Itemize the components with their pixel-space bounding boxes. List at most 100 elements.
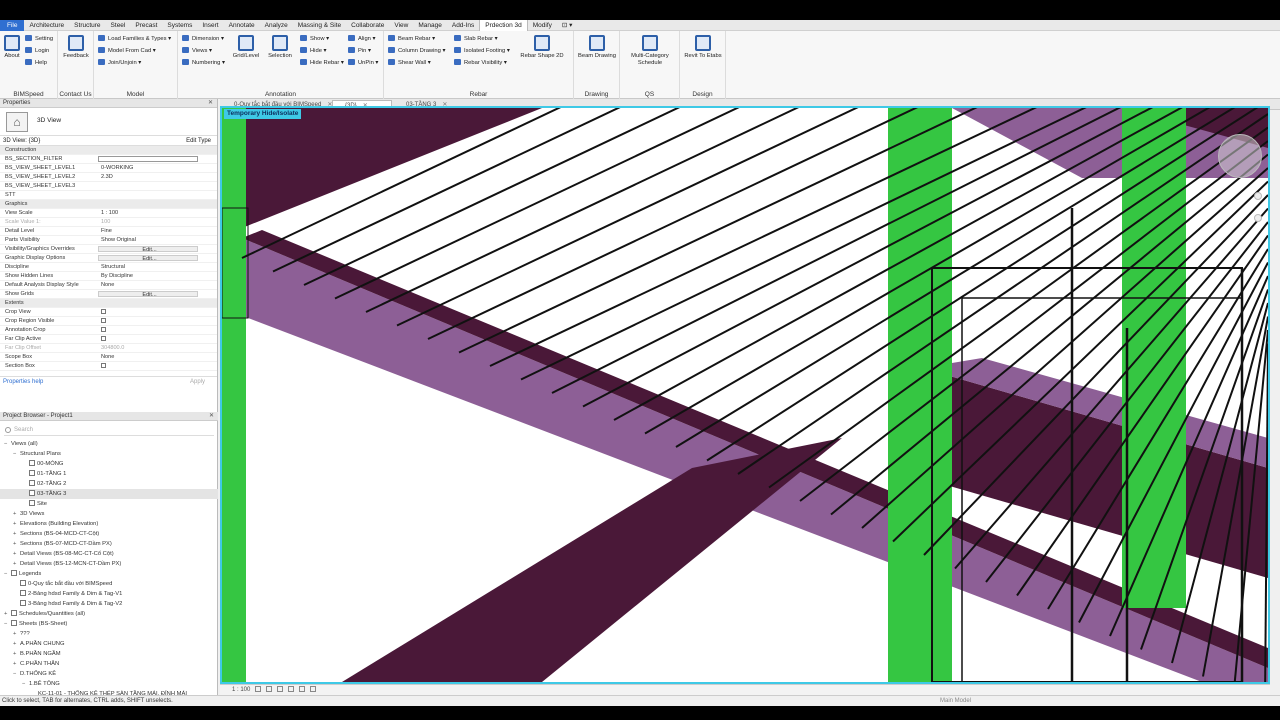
load-families-button[interactable]: Load Families & Types ▾ [98,35,171,43]
expand-toggle-icon[interactable]: + [13,519,20,529]
browser-tree-node[interactable]: + Sections (BS-04-MCD-CT-Cột) [0,529,218,539]
browser-tree-node[interactable]: +3D Views [0,509,218,519]
sun-path-icon[interactable] [277,686,284,693]
property-value[interactable]: Show Original [98,236,198,244]
ribbon-tab[interactable]: Massing & Site [293,20,346,31]
beam-rebar-button[interactable]: Beam Rebar ▾ [388,35,435,43]
login-button[interactable]: Login [25,47,49,55]
browser-tree-node[interactable]: +??? [0,629,218,639]
property-value[interactable]: Fine [98,227,198,235]
multi-category-schedule-button[interactable]: Multi-Category Schedule [626,35,674,67]
expand-toggle-icon[interactable]: − [13,669,20,679]
setting-button[interactable]: Setting [25,35,53,43]
expand-toggle-icon[interactable]: − [13,449,20,459]
crop-icon[interactable] [299,686,306,693]
expand-toggle-icon[interactable]: + [13,529,20,539]
property-value[interactable] [98,182,198,190]
property-value[interactable]: 0-WORKING [98,164,198,172]
expand-toggle-icon[interactable]: + [13,509,20,519]
browser-tree-node[interactable]: + Schedules/Quantities (all) [0,609,218,619]
ribbon-tab[interactable]: Add-Ins [447,20,479,31]
edit-button[interactable]: Edit... [98,246,198,252]
property-checkbox[interactable] [98,335,198,343]
browser-tree-node[interactable]: + Detail Views (BS-12-MCN-CT-Dầm PX) [0,559,218,569]
checkbox[interactable] [101,363,106,369]
browser-tree-node[interactable]: 0-Quy tắc bắt đầu với BIMSpeed [0,579,218,589]
ribbon-tab[interactable]: Steel [106,20,131,31]
isolated-footing-button[interactable]: Isolated Footing ▾ [454,47,510,55]
expand-toggle-icon[interactable]: + [13,549,20,559]
ribbon-tab[interactable]: Insert [197,20,223,31]
steering-wheel-icon[interactable] [1254,192,1262,200]
view-instance-selector[interactable]: 3D View: {3D} Edit Type [0,136,217,146]
column-drawing-button[interactable]: Column Drawing ▾ [388,47,445,55]
expand-toggle-icon[interactable]: + [13,629,20,639]
edit-button[interactable]: Edit... [98,291,198,297]
property-value[interactable]: 100 [98,218,198,226]
ribbon-tab[interactable]: ⊡ ▾ [557,20,578,31]
browser-search-input[interactable]: Search [4,424,214,436]
visual-style-icon[interactable] [266,686,273,693]
expand-toggle-icon[interactable]: − [22,679,29,689]
show-button[interactable]: Show ▾ [300,35,329,43]
edit-type-button[interactable]: Edit Type [186,136,211,146]
close-icon[interactable]: ✕ [209,412,214,421]
slab-rebar-button[interactable]: Slab Rebar ▾ [454,35,498,43]
ribbon-tab[interactable]: Modify [528,20,557,31]
view-scale[interactable]: 1 : 100 [232,687,250,693]
ribbon-tab[interactable]: Architecture [24,20,69,31]
properties-help-link[interactable]: Properties help [3,379,43,385]
property-value[interactable] [98,156,198,162]
expand-toggle-icon[interactable]: − [4,569,11,579]
shear-wall-button[interactable]: Shear Wall ▾ [388,59,431,67]
about-button[interactable]: About [2,35,22,60]
browser-tree-node[interactable]: − Sheets (BS-Sheet) [0,619,218,629]
beam-drawing-button[interactable]: Beam Drawing [576,35,618,60]
property-checkbox[interactable] [98,308,198,316]
browser-tree-node[interactable]: 00-MÓNG [0,459,218,469]
apply-button[interactable]: Apply [190,377,205,387]
join-unjoin-button[interactable]: Join/Unjoin ▾ [98,59,141,67]
expand-toggle-icon[interactable]: − [4,439,11,449]
expand-toggle-icon[interactable]: + [4,609,11,619]
hide-rebar-button[interactable]: Hide Rebar ▾ [300,59,344,67]
grid-level-button[interactable]: Grid/Level [230,35,262,60]
ribbon-tab[interactable]: Manage [413,20,447,31]
property-value[interactable]: 2.3D [98,173,198,181]
model-from-cad-button[interactable]: Model From Cad ▾ [98,47,156,55]
property-value[interactable]: None [98,281,198,289]
browser-tree-node[interactable]: − Legends [0,569,218,579]
checkbox[interactable] [101,309,106,315]
expand-toggle-icon[interactable]: + [13,559,20,569]
checkbox[interactable] [101,336,106,342]
views-button[interactable]: Views ▾ [182,47,212,55]
expand-toggle-icon[interactable]: + [13,639,20,649]
hide-button[interactable]: Hide ▾ [300,47,326,55]
selection-button[interactable]: Selection [266,35,294,60]
property-category[interactable]: Graphics [0,200,217,209]
property-value[interactable]: 1 : 100 [98,209,198,217]
expand-toggle-icon[interactable]: − [4,619,11,629]
help-button[interactable]: Help [25,59,47,67]
property-checkbox[interactable] [98,326,198,334]
checkbox[interactable] [101,318,106,324]
close-icon[interactable]: ✕ [208,99,213,108]
expand-toggle-icon[interactable]: + [13,649,20,659]
ribbon-tab[interactable]: Collaborate [346,20,389,31]
ribbon-tab[interactable]: File [0,20,25,31]
hide-isolate-icon[interactable] [310,686,317,693]
ribbon-tab[interactable]: View [389,20,413,31]
property-value[interactable]: Structural [98,263,198,271]
browser-tree-node[interactable]: Site [0,499,218,509]
browser-tree-node[interactable]: 01-TẦNG 1 [0,469,218,479]
browser-tree-node[interactable]: 02-TẦNG 2 [0,479,218,489]
rebar-shape-button[interactable]: Rebar Shape 2D [520,35,564,60]
browser-tree-node[interactable]: 03-TẦNG 3 [0,489,218,499]
unpin-button[interactable]: UnPin ▾ [348,59,378,67]
ribbon-tab[interactable]: Annotate [224,20,260,31]
browser-tree-node[interactable]: − Structural Plans [0,449,218,459]
browser-tree-node[interactable]: + Elevations (Building Elevation) [0,519,218,529]
browser-tree-node[interactable]: + C.PHẦN THÂN [0,659,218,669]
ribbon-tab[interactable]: Precast [130,20,162,31]
property-value[interactable] [98,191,198,199]
